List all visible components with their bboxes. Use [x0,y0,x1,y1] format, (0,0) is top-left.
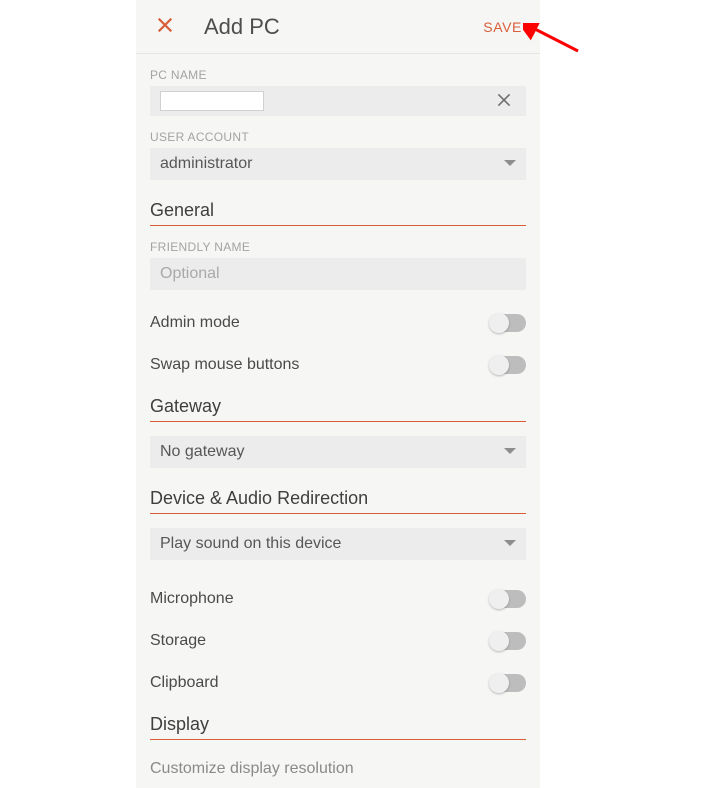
section-gateway-title: Gateway [150,396,526,422]
gateway-select[interactable]: No gateway [150,436,526,468]
microphone-toggle[interactable] [490,590,526,608]
friendly-name-field[interactable] [150,258,526,290]
clipboard-label: Clipboard [150,674,218,692]
storage-toggle[interactable] [490,632,526,650]
user-account-value: administrator [160,155,504,173]
pc-name-input[interactable] [160,91,264,111]
customize-resolution-label: Customize display resolution [150,760,354,778]
pc-name-field[interactable] [150,86,526,116]
user-account-label: USER ACCOUNT [150,130,526,144]
swap-mouse-label: Swap mouse buttons [150,356,299,374]
close-icon [156,16,174,37]
microphone-label: Microphone [150,590,234,608]
admin-mode-toggle[interactable] [490,314,526,332]
gateway-value: No gateway [160,443,504,461]
user-account-select[interactable]: administrator [150,148,526,180]
save-button[interactable]: SAVE [479,13,526,41]
header-bar: Add PC SAVE [136,0,540,54]
customize-resolution-row: Customize display resolution [150,754,526,784]
clear-pc-name-button[interactable] [492,88,516,115]
section-device-audio-title: Device & Audio Redirection [150,488,526,514]
sound-value: Play sound on this device [160,535,504,553]
admin-mode-label: Admin mode [150,314,240,332]
section-display-title: Display [150,714,526,740]
sound-select[interactable]: Play sound on this device [150,528,526,560]
add-pc-panel: Add PC SAVE PC NAME USER ACCOUNT adminis… [136,0,540,788]
storage-label: Storage [150,632,206,650]
swap-mouse-row: Swap mouse buttons [150,344,526,386]
close-button[interactable] [150,10,180,43]
chevron-down-icon [504,443,516,461]
admin-mode-row: Admin mode [150,302,526,344]
friendly-name-label: FRIENDLY NAME [150,240,526,254]
storage-row: Storage [150,620,526,662]
clipboard-toggle[interactable] [490,674,526,692]
friendly-name-input[interactable] [160,258,516,290]
chevron-down-icon [504,535,516,553]
microphone-row: Microphone [150,578,526,620]
chevron-down-icon [504,155,516,173]
page-title: Add PC [204,14,479,40]
section-general-title: General [150,200,526,226]
clipboard-row: Clipboard [150,662,526,704]
clear-icon [496,92,512,111]
form-content: PC NAME USER ACCOUNT administrator Gener… [136,54,540,784]
swap-mouse-toggle[interactable] [490,356,526,374]
pc-name-label: PC NAME [150,68,526,82]
